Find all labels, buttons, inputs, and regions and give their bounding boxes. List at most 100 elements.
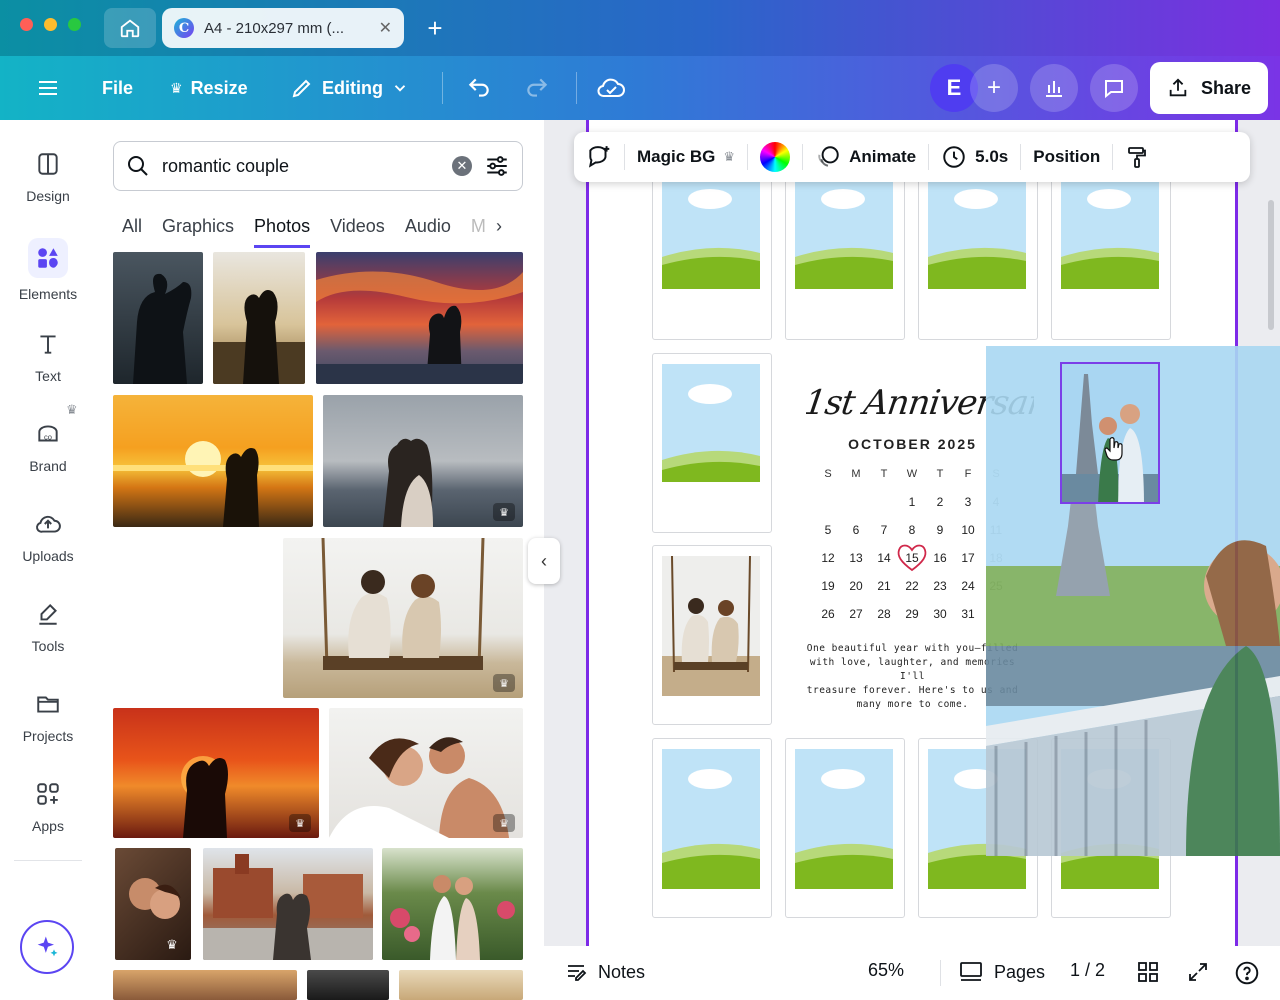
home-tab[interactable] (104, 8, 156, 48)
editing-mode-button[interactable]: Editing (290, 68, 409, 108)
sparkle-icon (37, 936, 58, 957)
photo-result[interactable]: ♛ (323, 395, 523, 527)
chevron-right-icon[interactable]: › (496, 216, 502, 237)
grid-view-button[interactable] (1136, 960, 1160, 984)
comment-icon (1105, 80, 1123, 99)
photo-frame[interactable] (785, 738, 905, 918)
page-indicator[interactable]: 1 / 2 (1070, 960, 1105, 981)
invite-button[interactable]: + (970, 64, 1018, 112)
duration-button[interactable]: 5.0s (929, 132, 1020, 182)
calendar-weekday: T (936, 468, 944, 480)
notes-button[interactable]: Notes (564, 960, 645, 984)
comments-button[interactable] (1090, 64, 1138, 112)
photo-frame[interactable] (918, 160, 1038, 340)
rail-item-apps[interactable]: Apps (0, 778, 96, 858)
photo-result[interactable]: ♛ (113, 708, 319, 838)
photo-frame[interactable] (652, 738, 772, 918)
zoom-window-button[interactable] (68, 18, 81, 31)
share-label: Share (1200, 77, 1252, 98)
magic-assistant-button[interactable] (20, 920, 74, 974)
animate-label: Animate (849, 147, 917, 166)
document-tab[interactable]: C A4 - 210x297 mm (... ✕ (162, 8, 404, 48)
selected-photo-frame[interactable] (1060, 362, 1160, 504)
pages-label: Pages (994, 961, 1046, 982)
photo-result[interactable] (307, 970, 389, 1000)
ai-edit-button[interactable] (574, 132, 624, 182)
close-window-button[interactable] (20, 18, 33, 31)
tab-audio[interactable]: Audio (405, 208, 451, 248)
magic-bg-button[interactable]: Magic BG ♛ (625, 132, 747, 182)
rail-label: Uploads (22, 548, 74, 564)
photo-frame[interactable] (785, 160, 905, 340)
photo-frame[interactable] (652, 545, 772, 725)
folder-icon (32, 688, 64, 720)
rail-item-text[interactable]: Text (0, 328, 96, 408)
copy-style-button[interactable] (1113, 132, 1161, 182)
search-icon (128, 156, 148, 176)
save-status-button[interactable] (596, 68, 626, 108)
photo-frame[interactable] (1051, 160, 1171, 340)
photo-result[interactable] (213, 252, 305, 384)
tab-more[interactable]: M (471, 208, 486, 248)
calendar-day: 20 (849, 579, 863, 593)
search-bar[interactable]: romantic couple ✕ (113, 141, 523, 191)
photo-result[interactable] (203, 848, 373, 960)
animate-button[interactable]: Animate (803, 132, 928, 182)
minimize-window-button[interactable] (44, 18, 57, 31)
paint-roller-icon (1128, 147, 1147, 168)
rail-item-tools[interactable]: Tools (0, 598, 96, 678)
tab-photos[interactable]: Photos (254, 208, 311, 248)
media-tabs: All Graphics Photos Videos Audio M (122, 208, 486, 248)
color-picker-button[interactable] (748, 132, 802, 182)
help-button[interactable] (1234, 960, 1260, 986)
tab-videos[interactable]: Videos (330, 208, 385, 248)
rail-item-brand[interactable]: co Brand ♛ (0, 402, 96, 498)
canvas-scrollbar[interactable] (1268, 200, 1274, 330)
rail-label: Apps (32, 818, 64, 834)
placeholder-image (662, 364, 760, 482)
photo-result[interactable] (113, 252, 203, 384)
clear-search-icon[interactable]: ✕ (452, 156, 472, 176)
photo-frame[interactable] (652, 353, 772, 533)
close-tab-icon[interactable]: ✕ (379, 18, 392, 38)
rail-item-projects[interactable]: Projects (0, 688, 96, 768)
calendar-day: 30 (933, 607, 947, 621)
photo-result[interactable]: ♛ (329, 708, 523, 838)
photo-result[interactable]: ♛ (283, 538, 523, 698)
menu-button[interactable] (36, 68, 60, 108)
photo-result[interactable] (316, 252, 523, 384)
new-tab-button[interactable]: + (420, 10, 450, 46)
insights-button[interactable] (1030, 64, 1078, 112)
collapse-panel-button[interactable]: ‹ (528, 538, 560, 584)
file-label: File (102, 77, 134, 98)
calendar-day: 12 (821, 551, 835, 565)
file-menu-button[interactable]: File (102, 68, 133, 108)
share-button[interactable]: Share (1150, 62, 1268, 114)
calendar-day: 1 (908, 495, 916, 509)
calendar-day: 23 (933, 579, 947, 593)
tab-graphics[interactable]: Graphics (162, 208, 234, 248)
search-input[interactable]: romantic couple (162, 156, 440, 177)
zoom-level[interactable]: 65% (868, 960, 904, 981)
rail-item-uploads[interactable]: Uploads (0, 508, 96, 588)
tab-all[interactable]: All (122, 208, 142, 248)
photo-frame[interactable] (652, 160, 772, 340)
fullscreen-button[interactable] (1186, 960, 1210, 984)
pages-button[interactable]: Pages (958, 960, 1045, 984)
context-toolbar: Magic BG ♛ Animate 5.0s Position (574, 132, 1250, 182)
calendar-day: 14 (877, 551, 891, 565)
rail-item-elements[interactable]: Elements (0, 238, 96, 318)
photo-result[interactable] (113, 970, 297, 1000)
position-button[interactable]: Position (1021, 132, 1112, 182)
rail-item-design[interactable]: Design (0, 148, 96, 228)
redo-button[interactable] (524, 68, 550, 108)
photo-result[interactable]: ♛ (115, 848, 191, 960)
cloud-upload-icon (32, 508, 64, 540)
resize-button[interactable]: ♛ Resize (170, 68, 248, 108)
filter-icon[interactable] (484, 153, 510, 179)
photo-result[interactable] (113, 395, 313, 527)
photo-result[interactable] (382, 848, 523, 960)
photo-result[interactable] (399, 970, 523, 1000)
undo-button[interactable] (466, 68, 492, 108)
premium-crown-icon: ♛ (493, 674, 515, 692)
